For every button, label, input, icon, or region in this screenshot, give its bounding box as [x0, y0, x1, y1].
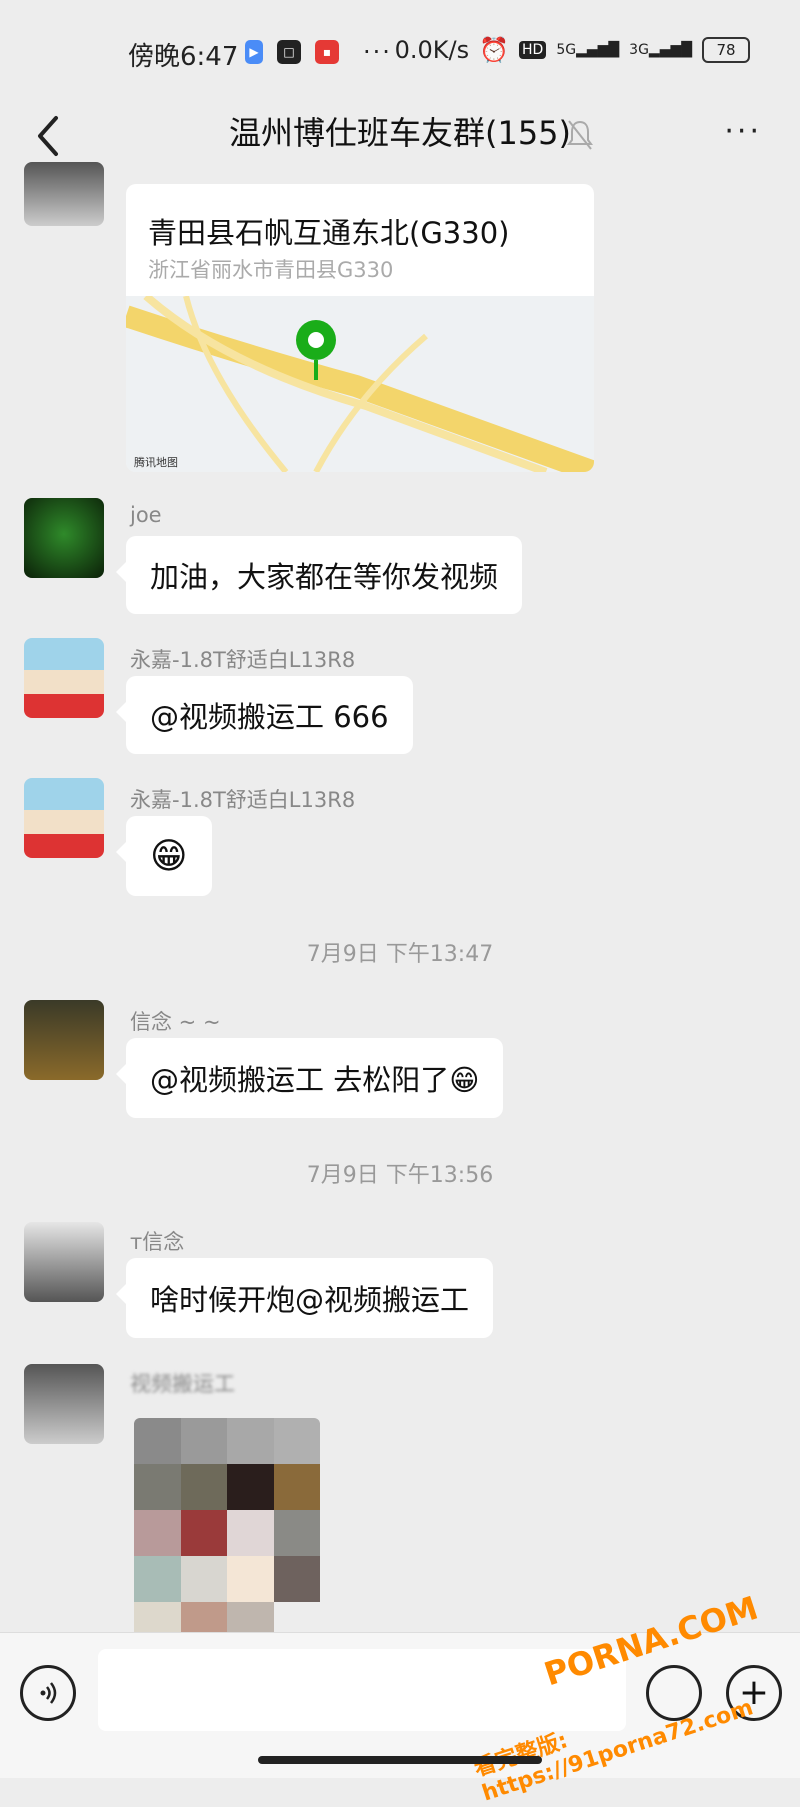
voice-input-icon[interactable] [20, 1665, 76, 1721]
news-icon: ▪ [315, 40, 339, 64]
home-indicator[interactable] [258, 1756, 542, 1764]
notification-icons: ▶ □ ▪ ··· [245, 38, 392, 66]
avatar[interactable] [24, 1364, 104, 1444]
status-right: 0.0K/s ⏰ HD 5G▂▄▆█ 3G▂▄▆█ 78 [395, 36, 750, 64]
more-notifications-icon: ··· [363, 38, 392, 66]
avatar[interactable] [24, 1000, 104, 1080]
alarm-icon: ⏰ [479, 36, 509, 64]
message-bubble[interactable]: @视频搬运工 666 [116, 676, 413, 754]
location-message[interactable]: 青田县石帆互通东北(G330) 浙江省丽水市青田县G330 腾讯地图 [126, 184, 594, 472]
signal-5g-icon: 5G▂▄▆█ [556, 42, 620, 58]
location-title: 青田县石帆互通东北(G330) [148, 216, 510, 250]
sender-name: т信念 [130, 1230, 185, 1254]
battery-icon: 78 [702, 37, 750, 63]
avatar[interactable] [24, 1222, 104, 1302]
mute-bell-icon [567, 120, 593, 150]
more-menu-button[interactable]: ··· [724, 114, 762, 149]
hd-icon: HD [519, 41, 547, 59]
map-credit: 腾讯地图 [134, 456, 178, 469]
message-bubble[interactable]: 啥时候开炮@视频搬运工 [115, 1258, 494, 1338]
net-speed: 0.0K/s [394, 36, 470, 64]
signal-3g-icon: 3G▂▄▆█ [629, 42, 692, 58]
location-address: 浙江省丽水市青田县G330 [148, 258, 394, 282]
status-bar: 傍晚6:47 ▶ □ ▪ ··· 0.0K/s ⏰ HD 5G▂▄▆█ 3G▂▄… [0, 0, 800, 100]
timestamp: 7月9日 下午13:56 [306, 1163, 494, 1188]
blurred-image-message[interactable] [134, 1418, 320, 1648]
sender-name: 信念 ~ ~ [130, 1010, 221, 1034]
avatar[interactable] [24, 638, 104, 718]
chat-title: 温州博仕班车友群(155) [228, 114, 572, 152]
location-map[interactable]: 腾讯地图 [126, 292, 594, 472]
play-icon: ▶ [245, 40, 263, 64]
chat-header: 温州博仕班车友群(155) ··· [0, 100, 800, 174]
avatar[interactable] [24, 498, 104, 578]
avatar[interactable] [24, 778, 104, 858]
message-bubble[interactable]: @视频搬运工 去松阳了😁 [115, 1038, 504, 1118]
message-bubble[interactable]: 加油，大家都在等你发视频 [115, 536, 523, 614]
sender-name: joe [130, 503, 162, 527]
sender-name: 永嘉-1.8T舒适白L13R8 [130, 648, 356, 672]
sender-name: 视频搬运工 [130, 1372, 235, 1396]
timestamp: 7月9日 下午13:47 [306, 942, 494, 967]
status-time: 傍晚6:47 [128, 42, 239, 72]
emoji-message[interactable]: 😁 [116, 816, 212, 896]
app-icon: □ [277, 40, 301, 64]
avatar[interactable] [24, 162, 104, 226]
sender-name: 永嘉-1.8T舒适白L13R8 [130, 788, 356, 812]
